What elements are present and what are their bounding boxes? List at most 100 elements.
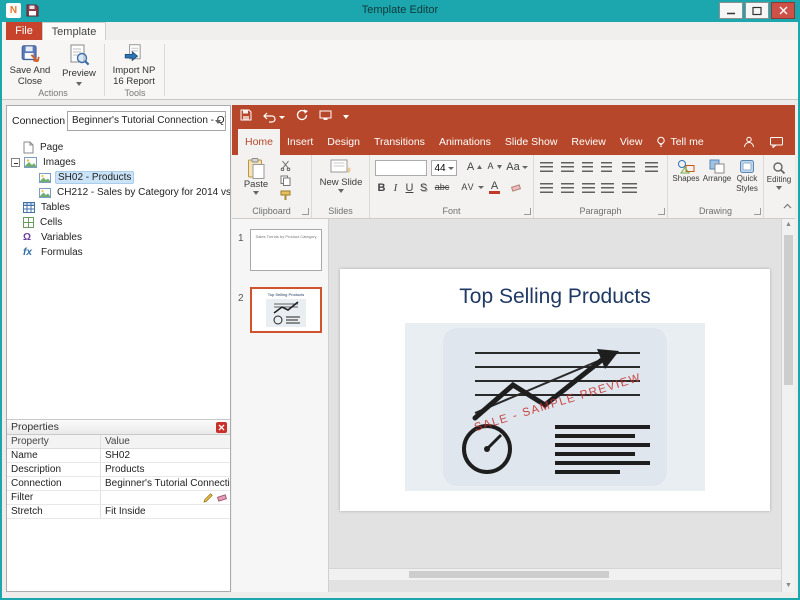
slide-title[interactable]: Top Selling Products [340, 285, 770, 309]
ppt-tab-view[interactable]: View [613, 129, 650, 155]
slide-image-placeholder[interactable]: SALE - SAMPLE PREVIEW [405, 323, 705, 491]
qat-undo-icon[interactable] [263, 112, 285, 123]
align-center-icon[interactable] [561, 183, 574, 193]
format-painter-icon[interactable] [280, 190, 291, 201]
character-spacing-icon[interactable]: AV [458, 182, 484, 192]
line-spacing-icon[interactable] [645, 162, 658, 172]
filter-edit-icon[interactable] [203, 492, 214, 504]
justify-icon[interactable] [601, 183, 614, 193]
vertical-scrollbar[interactable]: ▲ ▼ [781, 219, 795, 592]
cells-icon [23, 217, 34, 228]
scroll-down-icon[interactable]: ▼ [782, 580, 795, 592]
import-np16-button[interactable]: Import NP 16 Report [108, 43, 160, 87]
v-scroll-thumb[interactable] [784, 235, 793, 385]
dialog-launcher-icon[interactable] [754, 208, 761, 215]
tree-item-formulas[interactable]: fx Formulas [7, 245, 230, 260]
tree-item-variables[interactable]: Ω Variables [7, 230, 230, 245]
ppt-tab-home[interactable]: Home [238, 129, 280, 155]
align-right-icon[interactable] [582, 183, 595, 193]
shrink-font-icon[interactable]: A [484, 161, 502, 171]
align-left-icon[interactable] [540, 183, 553, 193]
change-case-icon[interactable]: Aa [504, 161, 528, 173]
italic-icon[interactable]: I [389, 182, 402, 194]
minimize-button[interactable] [719, 2, 743, 19]
paste-button[interactable]: Paste [238, 158, 274, 195]
qat-redo-icon[interactable] [296, 108, 308, 126]
dialog-launcher-icon[interactable] [524, 208, 531, 215]
tree-item-page[interactable]: Page [7, 140, 230, 155]
ppt-tab-insert[interactable]: Insert [280, 129, 320, 155]
dialog-launcher-icon[interactable] [658, 208, 665, 215]
scroll-up-icon[interactable]: ▲ [782, 219, 795, 231]
tree-label: Tables [39, 202, 72, 213]
cut-icon[interactable] [280, 160, 291, 171]
underline-icon[interactable]: U [403, 182, 416, 194]
property-value[interactable] [101, 491, 230, 504]
undo-dropdown-icon[interactable] [279, 116, 285, 119]
account-icon[interactable] [743, 129, 755, 155]
maximize-button[interactable] [745, 2, 769, 19]
connection-dropdown-icon [215, 120, 221, 124]
bold-icon[interactable]: B [375, 182, 388, 194]
arrange-button[interactable]: Arrange [702, 159, 732, 184]
property-value[interactable]: Fit Inside [101, 505, 230, 518]
decrease-indent-icon[interactable] [582, 162, 593, 172]
ppt-tab-animations[interactable]: Animations [432, 129, 498, 155]
slide-1-thumbnail[interactable]: Sales Trends by Product Category [250, 229, 322, 271]
tree-item-tables[interactable]: Tables [7, 200, 230, 215]
tree-item-cells[interactable]: Cells [7, 215, 230, 230]
filter-clear-icon[interactable] [216, 492, 228, 504]
numbering-icon[interactable] [561, 162, 574, 172]
tree-item-ch212[interactable]: CH212 - Sales by Category for 2014 vs 20… [7, 185, 230, 200]
bullets-icon[interactable] [540, 162, 553, 172]
slide-2-thumbnail[interactable]: Top Selling Products [250, 287, 322, 333]
shapes-button[interactable]: Shapes [670, 159, 702, 184]
increase-indent-icon[interactable] [601, 162, 612, 172]
new-slide-button[interactable]: New Slide [316, 158, 366, 193]
property-value[interactable]: Beginner's Tutorial Connectio [101, 477, 230, 490]
slide-canvas[interactable]: Top Selling Products [340, 269, 770, 511]
grow-font-icon[interactable]: A [464, 161, 482, 173]
tab-file[interactable]: File [6, 22, 42, 40]
font-size-select[interactable]: 44 [431, 160, 457, 176]
save-and-close-button[interactable]: Save And Close [4, 43, 56, 87]
shadow-icon[interactable]: S [417, 182, 430, 194]
comments-icon[interactable] [770, 129, 783, 155]
tree-label: Cells [38, 217, 64, 228]
quick-styles-button[interactable]: Quick Styles [732, 159, 762, 194]
editing-button[interactable]: Editing [765, 161, 793, 190]
tab-template[interactable]: Template [42, 22, 106, 40]
tree-item-images[interactable]: Images [7, 155, 230, 170]
property-value[interactable]: SH02 [101, 449, 230, 462]
horizontal-scrollbar[interactable] [329, 568, 781, 580]
collapse-expander-icon[interactable] [11, 158, 20, 167]
font-color-icon[interactable]: A [488, 182, 501, 194]
arrange-icon [709, 159, 725, 174]
properties-close-icon[interactable] [216, 422, 227, 433]
tell-me-button[interactable]: Tell me [649, 129, 710, 155]
fx-icon: fx [23, 247, 35, 258]
copy-icon[interactable] [280, 175, 291, 186]
h-scroll-thumb[interactable] [409, 571, 609, 578]
text-direction-icon[interactable] [622, 162, 635, 172]
tree-item-sh02[interactable]: SH02 - Products [7, 170, 230, 185]
ppt-tab-slideshow[interactable]: Slide Show [498, 129, 565, 155]
strikethrough-icon[interactable]: abc [431, 182, 453, 192]
qat-slideshow-icon[interactable] [319, 108, 332, 126]
columns-icon[interactable] [622, 183, 637, 193]
close-button[interactable] [771, 2, 795, 19]
tree-label: Formulas [39, 247, 85, 258]
clear-formatting-icon[interactable] [510, 182, 522, 193]
font-name-select[interactable] [375, 160, 427, 176]
ppt-tab-design[interactable]: Design [320, 129, 367, 155]
properties-header: Properties [7, 419, 230, 435]
ppt-tab-review[interactable]: Review [564, 129, 612, 155]
connection-select[interactable]: Beginner's Tutorial Connection - QV [67, 111, 226, 131]
dialog-launcher-icon[interactable] [302, 208, 309, 215]
preview-button[interactable]: Preview [58, 43, 100, 87]
qat-customize-icon[interactable] [343, 115, 349, 119]
property-value[interactable]: Products [101, 463, 230, 476]
ppt-tab-transitions[interactable]: Transitions [367, 129, 432, 155]
collapse-ribbon-icon[interactable] [783, 196, 792, 214]
qat-save-icon[interactable] [240, 108, 252, 126]
